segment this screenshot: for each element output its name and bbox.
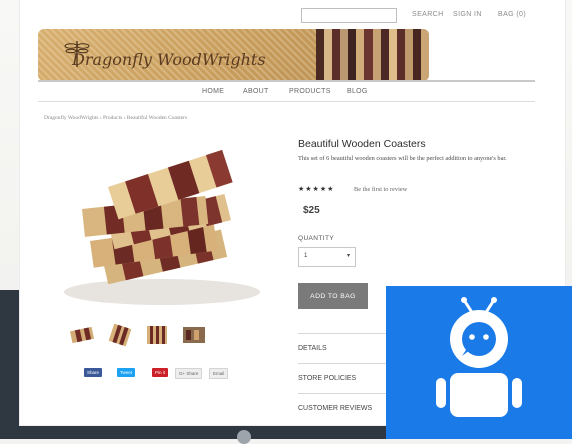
thumbnail[interactable] — [143, 322, 171, 348]
screen-frame: SEARCH SIGN IN BAG (0) Dragonfly WoodWri… — [0, 0, 572, 444]
thumbnail[interactable] — [180, 322, 208, 348]
robot-badge — [386, 286, 572, 439]
breadcrumb-separator: › — [123, 115, 126, 121]
brand-logo: Dragonfly WoodWrights — [72, 50, 266, 69]
breadcrumb-home[interactable]: Dragonfly WoodWrights — [44, 115, 98, 121]
thumbnail[interactable] — [68, 322, 96, 348]
rating-stars[interactable]: ★★★★★ — [298, 185, 334, 193]
nav-about[interactable]: ABOUT — [243, 88, 269, 95]
top-bar: SEARCH SIGN IN BAG (0) — [20, 0, 565, 28]
breadcrumb-products[interactable]: Products — [103, 115, 122, 121]
breadcrumb-current: Beautiful Wooden Coasters — [126, 115, 188, 121]
brand-banner[interactable]: Dragonfly WoodWrights — [38, 29, 429, 81]
facebook-share-button[interactable]: Share — [84, 368, 103, 377]
thumbnail[interactable] — [106, 322, 134, 348]
bag-link[interactable]: BAG (0) — [498, 11, 526, 18]
breadcrumb: Dragonfly WoodWrights › Products › Beaut… — [44, 115, 187, 121]
background-strip — [0, 290, 20, 439]
product-description: This set of 6 beautiful wooden coasters … — [298, 155, 507, 162]
nav-home[interactable]: HOME — [202, 88, 224, 95]
nav-divider-bottom — [38, 101, 535, 102]
email-share-button[interactable]: Email — [209, 368, 229, 379]
product-price: $25 — [303, 205, 320, 216]
signin-link[interactable]: SIGN IN — [453, 11, 482, 18]
product-title: Beautiful Wooden Coasters — [298, 138, 426, 150]
search-input[interactable] — [301, 8, 397, 23]
nav-blog[interactable]: BLOG — [347, 88, 368, 95]
twitter-tweet-button[interactable]: Tweet — [117, 368, 136, 377]
nav-divider-top — [38, 80, 535, 82]
add-to-bag-button[interactable]: ADD TO BAG — [298, 283, 368, 309]
google-share-button[interactable]: G+ Share — [175, 368, 203, 379]
quantity-select[interactable]: 1 ▾ — [298, 247, 356, 267]
chevron-down-icon: ▾ — [346, 253, 350, 259]
bezel-button — [237, 430, 251, 444]
product-image[interactable] — [50, 143, 270, 313]
quantity-value: 1 — [304, 253, 308, 259]
pinterest-pin-button[interactable]: Pin it — [152, 368, 169, 377]
robot-icon — [436, 297, 522, 417]
search-link[interactable]: SEARCH — [412, 11, 444, 18]
wood-pattern — [316, 29, 429, 81]
review-link[interactable]: Be the first to review — [354, 186, 407, 193]
quantity-label: QUANTITY — [298, 235, 335, 242]
breadcrumb-separator: › — [99, 115, 102, 121]
nav-products[interactable]: PRODUCTS — [289, 88, 331, 95]
